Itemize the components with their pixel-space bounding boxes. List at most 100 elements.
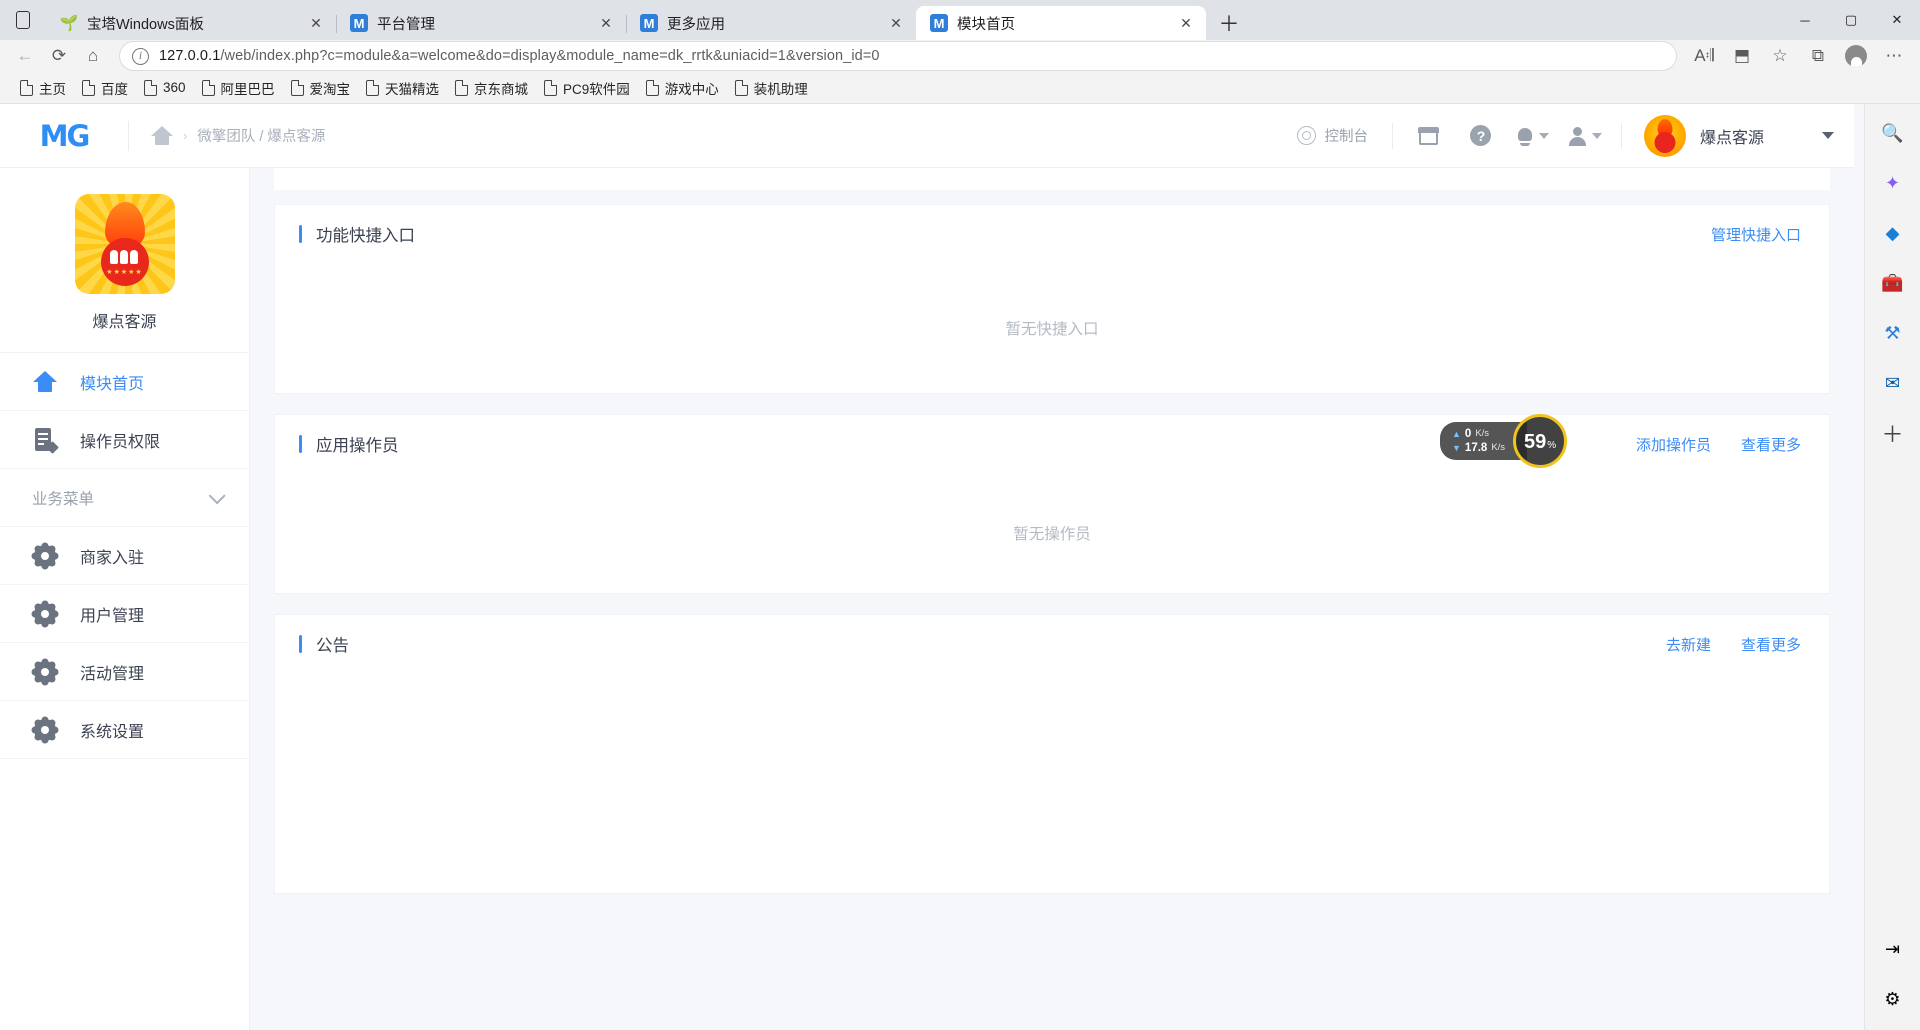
notifications-button[interactable] <box>1507 104 1559 168</box>
console-label: 控制台 <box>1324 125 1368 146</box>
gear-icon <box>32 545 58 567</box>
bookmark-item[interactable]: 爱淘宝 <box>283 75 359 101</box>
tab-1[interactable]: M 平台管理 ✕ <box>336 6 626 40</box>
create-announcement-link[interactable]: 去新建 <box>1666 634 1711 655</box>
tools-icon[interactable]: ⚒ <box>1876 316 1910 350</box>
tab-title: 模块首页 <box>957 13 1165 34</box>
bookmarks-bar: 主页 百度 360 阿里巴巴 爱淘宝 天猫精选 京东商城 PC9软件园 游戏中心… <box>0 72 1920 104</box>
bt-panel-icon: 🌱 <box>60 14 78 32</box>
console-link[interactable]: 控制台 <box>1283 125 1382 146</box>
home-icon <box>32 371 58 392</box>
shopping-icon[interactable]: ◆ <box>1876 216 1910 250</box>
sidebar-item-user-management[interactable]: 用户管理 <box>0 585 249 643</box>
profile-avatar-button[interactable] <box>1838 41 1874 71</box>
tab-close-button[interactable]: ✕ <box>304 11 328 35</box>
sidebar-toggle-icon[interactable]: ⇥ <box>1876 932 1910 966</box>
home-icon[interactable] <box>151 126 173 146</box>
page-icon <box>144 80 157 96</box>
refresh-button[interactable]: ⟳ <box>42 41 76 71</box>
settings-gear-icon[interactable]: ⚙ <box>1876 982 1910 1016</box>
app-sidebar: ★★★★★ 爆点客源 模块首页 操作员权限 业务菜单 <box>0 168 250 1030</box>
home-button[interactable]: ⌂ <box>76 41 110 71</box>
page-icon <box>455 80 468 96</box>
tab-close-button[interactable]: ✕ <box>884 11 908 35</box>
bookmark-item[interactable]: 百度 <box>74 75 136 101</box>
app-logo-link[interactable]: MG <box>0 104 128 168</box>
split-screen-icon[interactable]: ⧉ <box>1800 41 1836 71</box>
copilot-icon[interactable]: ✦ <box>1876 166 1910 200</box>
bookmark-item[interactable]: PC9软件园 <box>536 75 638 101</box>
module-favicon: M <box>640 14 658 32</box>
sidebar-item-activity-management[interactable]: 活动管理 <box>0 643 249 701</box>
web-page: MG › 微擎团队 / 爆点客源 控制台 ? <box>0 104 1864 1030</box>
url-host: 127.0.0.1 <box>159 48 220 64</box>
bookmark-item[interactable]: 装机助理 <box>727 75 816 101</box>
panel-title-text: 功能快捷入口 <box>316 222 415 246</box>
browser-settings-icon[interactable]: ⋯ <box>1876 41 1912 71</box>
tab-close-button[interactable]: ✕ <box>1174 11 1198 35</box>
sidebar-item-system-settings[interactable]: 系统设置 <box>0 701 249 759</box>
minimize-button[interactable]: － <box>1782 0 1828 40</box>
bookmark-item[interactable]: 主页 <box>12 75 74 101</box>
tab-actions-button[interactable] <box>0 0 46 40</box>
read-aloud-icon[interactable]: A𝄇 <box>1686 41 1722 71</box>
search-icon[interactable]: 🔍 <box>1876 116 1910 150</box>
bookmark-label: 天猫精选 <box>385 78 439 98</box>
upload-row: ▲ 0 K/s <box>1452 427 1505 441</box>
sidebar-item-merchant-entry[interactable]: 商家入驻 <box>0 527 249 585</box>
app-name: 爆点客源 <box>92 308 156 332</box>
arrow-up-icon: ▲ <box>1452 427 1461 441</box>
bookmark-item[interactable]: 360 <box>136 77 194 99</box>
manage-quick-entries-link[interactable]: 管理快捷入口 <box>1711 224 1801 245</box>
address-bar[interactable]: i 127.0.0.1/web/index.php?c=module&a=wel… <box>119 41 1677 71</box>
help-button[interactable]: ? <box>1455 104 1507 168</box>
panel-title-text: 公告 <box>316 632 349 656</box>
network-speed-widget[interactable]: ▲ 0 K/s ▼ 17.8 K/s 59 % <box>1440 414 1567 468</box>
account-switcher[interactable]: 爆点客源 <box>1632 115 1854 157</box>
new-tab-button[interactable]: ＋ <box>1212 6 1246 40</box>
tab-close-button[interactable]: ✕ <box>594 11 618 35</box>
outlook-icon[interactable]: ✉ <box>1876 366 1910 400</box>
bookmark-item[interactable]: 天猫精选 <box>358 75 447 101</box>
page-icon <box>20 80 33 96</box>
sidebar-item-label: 系统设置 <box>80 718 144 742</box>
tab-0[interactable]: 🌱 宝塔Windows面板 ✕ <box>46 6 336 40</box>
nav-right-actions: A𝄇 ⬒ ☆ ⧉ ⋯ <box>1686 41 1912 71</box>
add-icon[interactable]: ＋ <box>1876 416 1910 450</box>
collections-icon[interactable]: ⬒ <box>1724 41 1760 71</box>
download-value: 17.8 <box>1465 441 1487 455</box>
site-info-icon[interactable]: i <box>132 48 149 65</box>
app-identity-card: ★★★★★ 爆点客源 <box>0 168 249 353</box>
close-window-button[interactable]: ✕ <box>1874 0 1920 40</box>
panel-header: 应用操作员 添加操作员 查看更多 <box>275 415 1829 473</box>
sidebar-item-module-home[interactable]: 模块首页 <box>0 353 249 411</box>
panel-title: 应用操作员 <box>299 432 399 456</box>
app-header: MG › 微擎团队 / 爆点客源 控制台 ? <box>0 104 1854 168</box>
cpu-usage-ring[interactable]: 59 % <box>1513 414 1567 468</box>
user-menu-button[interactable] <box>1559 104 1611 168</box>
store-button[interactable] <box>1403 104 1455 168</box>
view-more-operators-link[interactable]: 查看更多 <box>1741 434 1801 455</box>
panel-title: 功能快捷入口 <box>299 222 415 246</box>
panel-header: 功能快捷入口 管理快捷入口 <box>275 205 1829 263</box>
games-icon[interactable]: 🧰 <box>1876 266 1910 300</box>
bookmark-item[interactable]: 京东商城 <box>447 75 536 101</box>
browser-window: 🌱 宝塔Windows面板 ✕ M 平台管理 ✕ M 更多应用 ✕ M 模块首页… <box>0 0 1920 1030</box>
tab-2[interactable]: M 更多应用 ✕ <box>626 6 916 40</box>
back-button[interactable]: ← <box>8 41 42 71</box>
url-text: 127.0.0.1/web/index.php?c=module&a=welco… <box>159 48 880 64</box>
favorites-star-icon[interactable]: ☆ <box>1762 41 1798 71</box>
download-unit: K/s <box>1491 441 1505 455</box>
title-accent-bar <box>299 225 302 243</box>
bookmark-label: 百度 <box>101 78 128 98</box>
sidebar-item-label: 操作员权限 <box>80 428 160 452</box>
tab-3-active[interactable]: M 模块首页 ✕ <box>916 6 1206 40</box>
view-more-announcements-link[interactable]: 查看更多 <box>1741 634 1801 655</box>
maximize-button[interactable]: ▢ <box>1828 0 1874 40</box>
tab-strip: 🌱 宝塔Windows面板 ✕ M 平台管理 ✕ M 更多应用 ✕ M 模块首页… <box>0 0 1920 40</box>
add-operator-link[interactable]: 添加操作员 <box>1636 434 1711 455</box>
bookmark-item[interactable]: 阿里巴巴 <box>194 75 283 101</box>
sidebar-item-operator-permissions[interactable]: 操作员权限 <box>0 411 249 469</box>
bookmark-item[interactable]: 游戏中心 <box>638 75 727 101</box>
sidebar-group-business-menu[interactable]: 业务菜单 <box>0 469 249 527</box>
